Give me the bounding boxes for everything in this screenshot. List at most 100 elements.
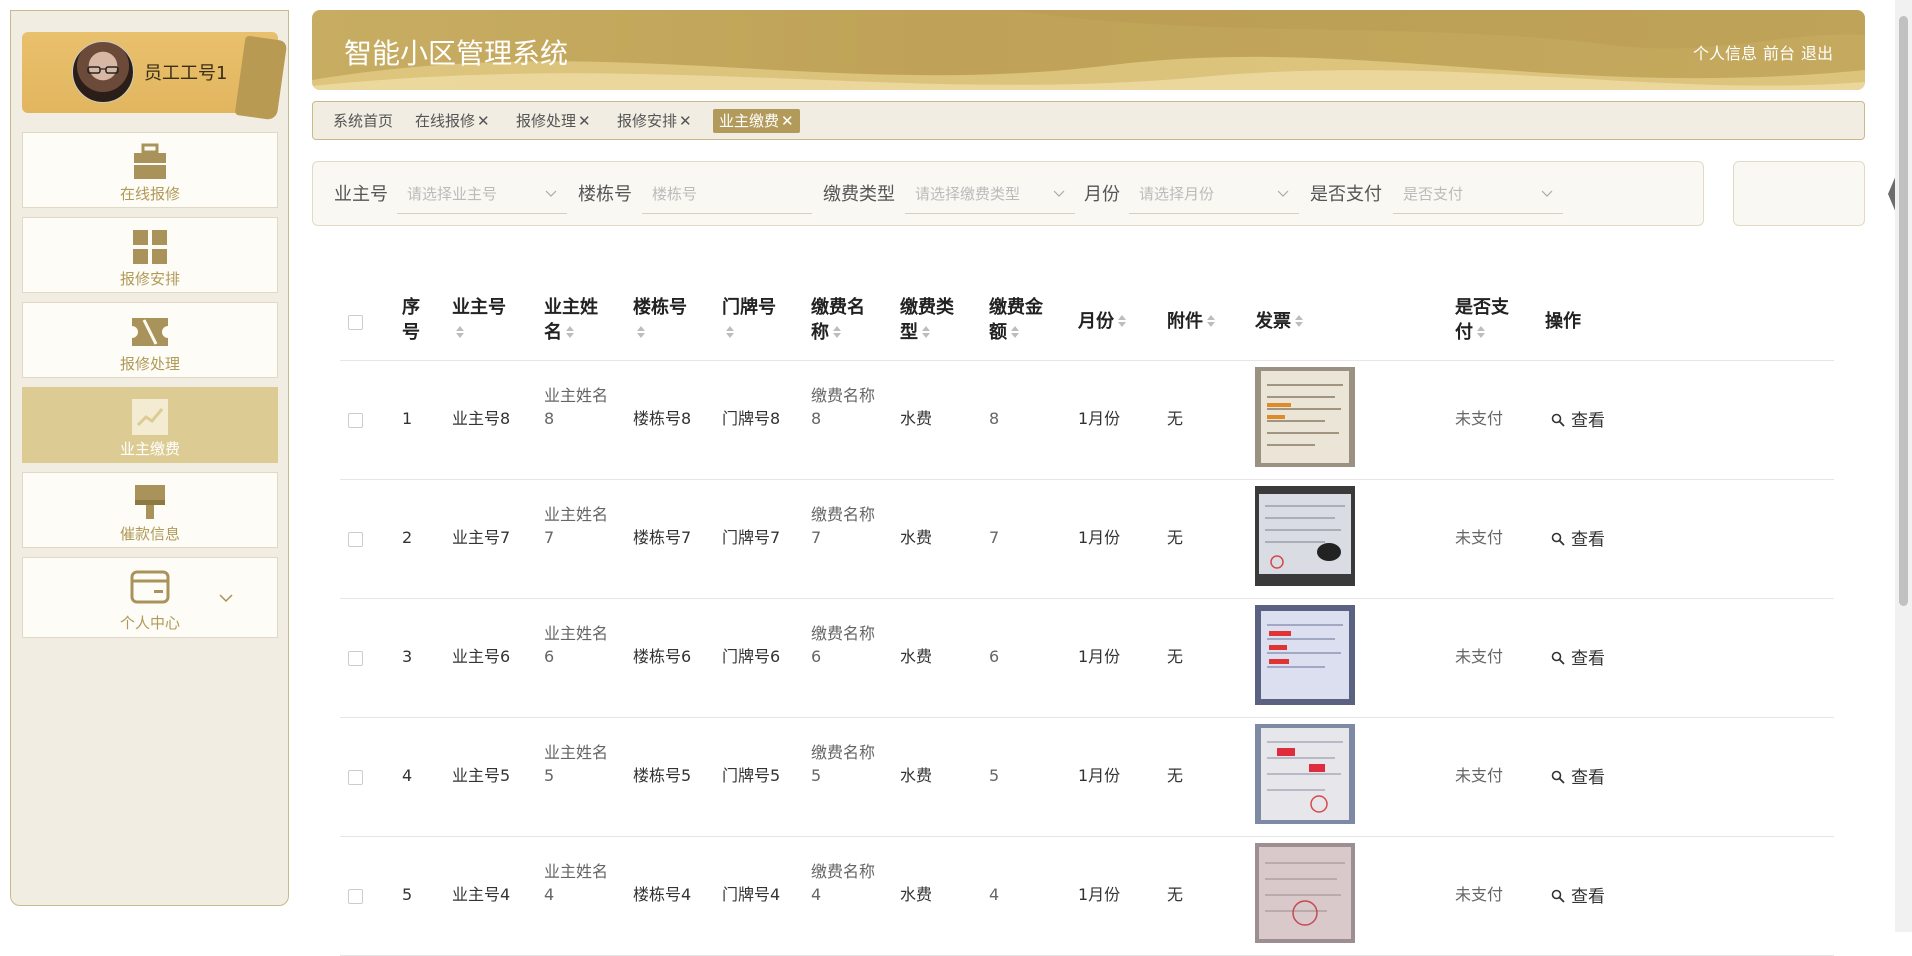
invoice-image[interactable] xyxy=(1255,486,1355,586)
sidebar-item-2[interactable]: 报修安排 xyxy=(22,217,278,293)
chevron-down-icon[interactable] xyxy=(219,588,233,607)
sort-icon[interactable] xyxy=(1295,314,1303,330)
cell-door: 门牌号6 xyxy=(722,647,781,666)
cell-fee-name: 缴费名称 7 xyxy=(811,503,875,549)
avatar[interactable] xyxy=(72,41,134,103)
column-header-7[interactable]: 缴费类型 xyxy=(900,295,954,345)
column-header-text: 发票 xyxy=(1255,311,1291,332)
sort-icon[interactable] xyxy=(1118,314,1126,330)
row-checkbox[interactable] xyxy=(348,413,363,428)
close-icon[interactable]: ✕ xyxy=(578,112,591,130)
header-links: 个人信息 前台 退出 xyxy=(1687,40,1833,64)
sidebar-item-1[interactable]: 在线报修 xyxy=(22,132,278,208)
sort-icon[interactable] xyxy=(726,325,734,341)
close-icon[interactable]: ✕ xyxy=(781,112,794,130)
search-select-4[interactable]: 请选择月份 xyxy=(1129,174,1299,214)
tab-label: 报修安排 xyxy=(617,112,678,130)
view-button[interactable]: 查看 xyxy=(1551,406,1605,431)
brush-icon xyxy=(130,482,170,522)
tab-4[interactable]: 报修安排 ✕ xyxy=(613,109,696,133)
invoice-image[interactable] xyxy=(1255,724,1355,824)
view-button-label: 查看 xyxy=(1571,411,1605,431)
row-checkbox[interactable] xyxy=(348,889,363,904)
column-header-11[interactable]: 发票 xyxy=(1255,309,1303,334)
column-header-text: 门牌号 xyxy=(722,297,776,318)
cell-month: 1月份 xyxy=(1078,885,1121,904)
sidebar-item-label: 报修安排 xyxy=(119,270,180,288)
cell-index: 2 xyxy=(402,528,413,547)
tab-1[interactable]: 系统首页 xyxy=(329,109,397,133)
sidebar-item-label: 催款信息 xyxy=(119,525,180,543)
sort-icon[interactable] xyxy=(922,325,930,341)
search-input-2[interactable]: 楼栋号 xyxy=(642,174,812,214)
column-header-text: 缴费名 xyxy=(811,297,865,318)
tab-5[interactable]: 业主缴费 ✕ xyxy=(713,109,800,133)
cell-owner-name: 业主姓名 7 xyxy=(544,503,608,549)
scrollbar[interactable] xyxy=(1895,0,1912,932)
cell-paid: 未支付 xyxy=(1455,766,1504,785)
search-select-3[interactable]: 请选择缴费类型 xyxy=(905,174,1075,214)
column-header-text: 业主姓 xyxy=(544,297,598,318)
cell-text: 7 xyxy=(811,528,822,547)
select-all-checkbox[interactable] xyxy=(348,315,363,330)
sidebar-item-3[interactable]: 报修处理 xyxy=(22,302,278,378)
tab-2[interactable]: 在线报修 ✕ xyxy=(411,109,494,133)
ticket-icon xyxy=(130,312,170,352)
table-row[interactable]: 1 业主号8 业主姓名 8 楼栋号8 门牌号8 缴费名称 8 水费 8 1月份 无 未支付 查看 xyxy=(340,360,1834,480)
search-select-1[interactable]: 请选择业主号 xyxy=(397,174,567,214)
logout-link[interactable]: 退出 xyxy=(1801,44,1833,63)
column-header-12[interactable]: 是否支付 xyxy=(1455,295,1509,345)
profile-link[interactable]: 个人信息 xyxy=(1693,44,1757,63)
scrollbar-thumb[interactable] xyxy=(1899,16,1908,606)
cell-month: 1月份 xyxy=(1078,647,1121,666)
sort-icon[interactable] xyxy=(1207,314,1215,330)
table-row[interactable]: 2 业主号7 业主姓名 7 楼栋号7 门牌号7 缴费名称 7 水费 7 1月份 无 未支付 查看 xyxy=(340,479,1834,599)
invoice-image[interactable] xyxy=(1255,367,1355,467)
sidebar-item-label: 个人中心 xyxy=(119,614,180,632)
table-row[interactable]: 5 业主号4 业主姓名 4 楼栋号4 门牌号4 缴费名称 4 水费 4 1月份 无 未支付 查看 xyxy=(340,836,1834,956)
cell-owner-no: 业主号4 xyxy=(452,885,511,904)
sort-icon[interactable] xyxy=(456,325,464,341)
frontend-link[interactable]: 前台 xyxy=(1763,44,1795,63)
invoice-image[interactable] xyxy=(1255,605,1355,705)
cell-building: 楼栋号8 xyxy=(633,409,692,428)
column-header-6[interactable]: 缴费名称 xyxy=(811,295,865,345)
row-checkbox[interactable] xyxy=(348,651,363,666)
table-row[interactable]: 3 业主号6 业主姓名 6 楼栋号6 门牌号6 缴费名称 6 水费 6 1月份 无 未支付 查看 xyxy=(340,598,1834,718)
row-checkbox[interactable] xyxy=(348,770,363,785)
column-header-10[interactable]: 附件 xyxy=(1167,309,1215,334)
sidebar-item-6[interactable]: 个人中心 xyxy=(22,557,278,638)
view-button[interactable]: 查看 xyxy=(1551,644,1605,669)
view-button[interactable]: 查看 xyxy=(1551,763,1605,788)
sidebar-item-4[interactable]: 业主缴费 xyxy=(22,387,278,463)
column-header-5[interactable]: 门牌号 xyxy=(722,295,776,345)
column-header-8[interactable]: 缴费金额 xyxy=(989,295,1043,345)
sidebar-item-5[interactable]: 催款信息 xyxy=(22,472,278,548)
view-button[interactable]: 查看 xyxy=(1551,882,1605,907)
cell-index: 5 xyxy=(402,885,413,904)
sort-icon[interactable] xyxy=(637,325,645,341)
invoice-image[interactable] xyxy=(1255,843,1355,943)
search-icon xyxy=(1551,530,1571,550)
sort-icon[interactable] xyxy=(833,325,841,341)
tab-3[interactable]: 报修处理 ✕ xyxy=(512,109,595,133)
cell-index: 4 xyxy=(402,766,413,785)
cell-building: 楼栋号4 xyxy=(633,885,692,904)
search-select-5[interactable]: 是否支付 xyxy=(1393,174,1563,214)
column-header-2[interactable]: 业主号 xyxy=(452,295,506,345)
sort-icon[interactable] xyxy=(566,325,574,341)
sort-icon[interactable] xyxy=(1477,325,1485,341)
row-checkbox[interactable] xyxy=(348,532,363,547)
column-header-9[interactable]: 月份 xyxy=(1078,309,1126,334)
cell-attachment: 无 xyxy=(1167,409,1184,428)
cell-text: 缴费名称 xyxy=(811,624,876,643)
sort-icon[interactable] xyxy=(1011,325,1019,341)
close-icon[interactable]: ✕ xyxy=(477,112,490,130)
table-row[interactable]: 4 业主号5 业主姓名 5 楼栋号5 门牌号5 缴费名称 5 水费 5 1月份 无 未支付 查看 xyxy=(340,717,1834,837)
column-header-3[interactable]: 业主姓名 xyxy=(544,295,598,345)
close-icon[interactable]: ✕ xyxy=(679,112,692,130)
column-header-4[interactable]: 楼栋号 xyxy=(633,295,687,345)
sidebar-item-label: 业主缴费 xyxy=(119,440,180,458)
search-icon xyxy=(1551,768,1571,788)
view-button[interactable]: 查看 xyxy=(1551,525,1605,550)
